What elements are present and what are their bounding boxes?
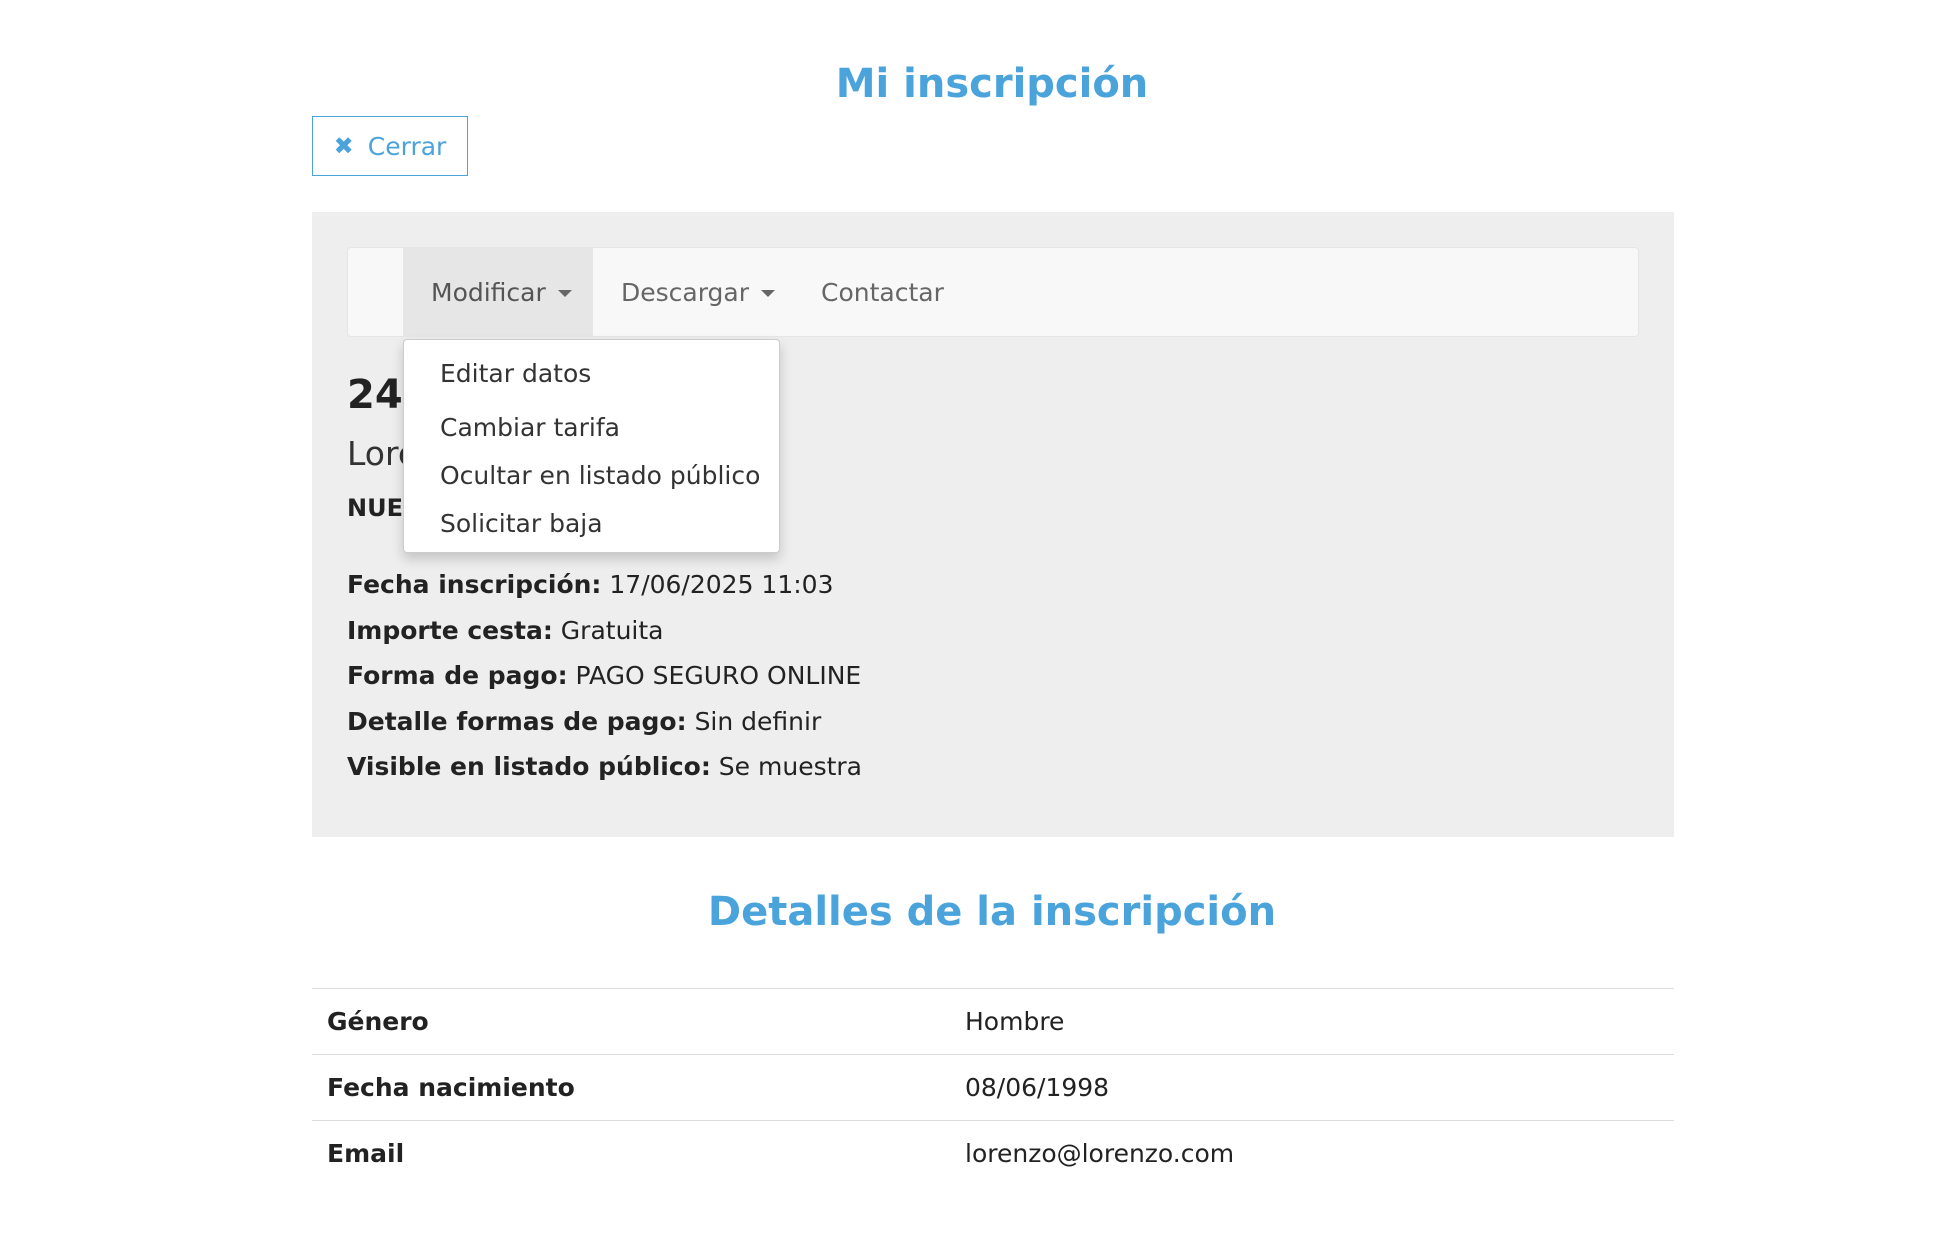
caret-down-icon [761,289,776,297]
page: Mi inscripción ✖ Cerrar Modificar Descar… [0,0,1944,1236]
detail-key: Fecha nacimiento [312,1054,950,1121]
table-row: Email lorenzo@lorenzo.com [312,1120,1674,1186]
contactar-button[interactable]: Contactar [793,248,972,336]
detail-value: Hombre [950,988,1674,1055]
caret-down-icon [557,289,572,297]
info-row-fecha-inscripcion: Fecha inscripción: 17/06/2025 11:03 [347,562,862,608]
detail-key: Email [312,1120,950,1186]
menu-item-solicitar-baja[interactable]: Solicitar baja [440,509,603,538]
table-row: Género Hombre [312,988,1674,1055]
info-label: Visible en listado público: [347,752,711,781]
info-row-visible-listado: Visible en listado público: Se muestra [347,744,862,790]
close-icon: ✖ [333,132,354,160]
info-row-forma-de-pago: Forma de pago: PAGO SEGURO ONLINE [347,653,862,699]
info-value: Sin definir [694,706,822,736]
info-value: Se muestra [718,752,862,781]
details-section-title: Detalles de la inscripción [707,889,1277,935]
info-label: Forma de pago: [347,661,568,690]
info-value: Gratuita [560,615,664,645]
info-value: 17/06/2025 11:03 [609,570,834,599]
detail-key: Género [312,988,950,1055]
close-button[interactable]: ✖ Cerrar [312,116,468,176]
info-value: PAGO SEGURO ONLINE [575,661,862,690]
table-row: Fecha nacimiento 08/06/1998 [312,1054,1674,1121]
descargar-label: Descargar [621,277,750,307]
close-button-label: Cerrar [367,131,447,161]
info-label: Importe cesta: [347,615,553,645]
info-label: Detalle formas de pago: [347,706,687,736]
modificar-label: Modificar [431,277,546,307]
registration-info: Fecha inscripción: 17/06/2025 11:03 Impo… [347,562,862,790]
detail-value: lorenzo@lorenzo.com [950,1120,1674,1186]
descargar-menu-button[interactable]: Descargar [593,248,793,336]
info-label: Fecha inscripción: [347,570,602,599]
detail-value: 08/06/1998 [950,1054,1674,1121]
menu-item-ocultar-listado[interactable]: Ocultar en listado público [440,461,760,490]
menu-item-cambiar-tarifa[interactable]: Cambiar tarifa [440,413,620,442]
details-table: Género Hombre Fecha nacimiento 08/06/199… [312,988,1674,1186]
registration-category: NUE [347,494,403,522]
modificar-dropdown-menu: Editar datos Cambiar tarifa Ocultar en l… [403,339,780,553]
contactar-label: Contactar [821,277,944,307]
page-title: Mi inscripción [835,61,1149,107]
info-row-detalle-formas-de-pago: Detalle formas de pago: Sin definir [347,699,862,745]
info-row-importe-cesta: Importe cesta: Gratuita [347,608,862,654]
menu-item-editar-datos[interactable]: Editar datos [440,359,591,388]
action-toolbar: Modificar Descargar Contactar [347,247,1639,337]
modificar-menu-button[interactable]: Modificar [403,248,593,336]
